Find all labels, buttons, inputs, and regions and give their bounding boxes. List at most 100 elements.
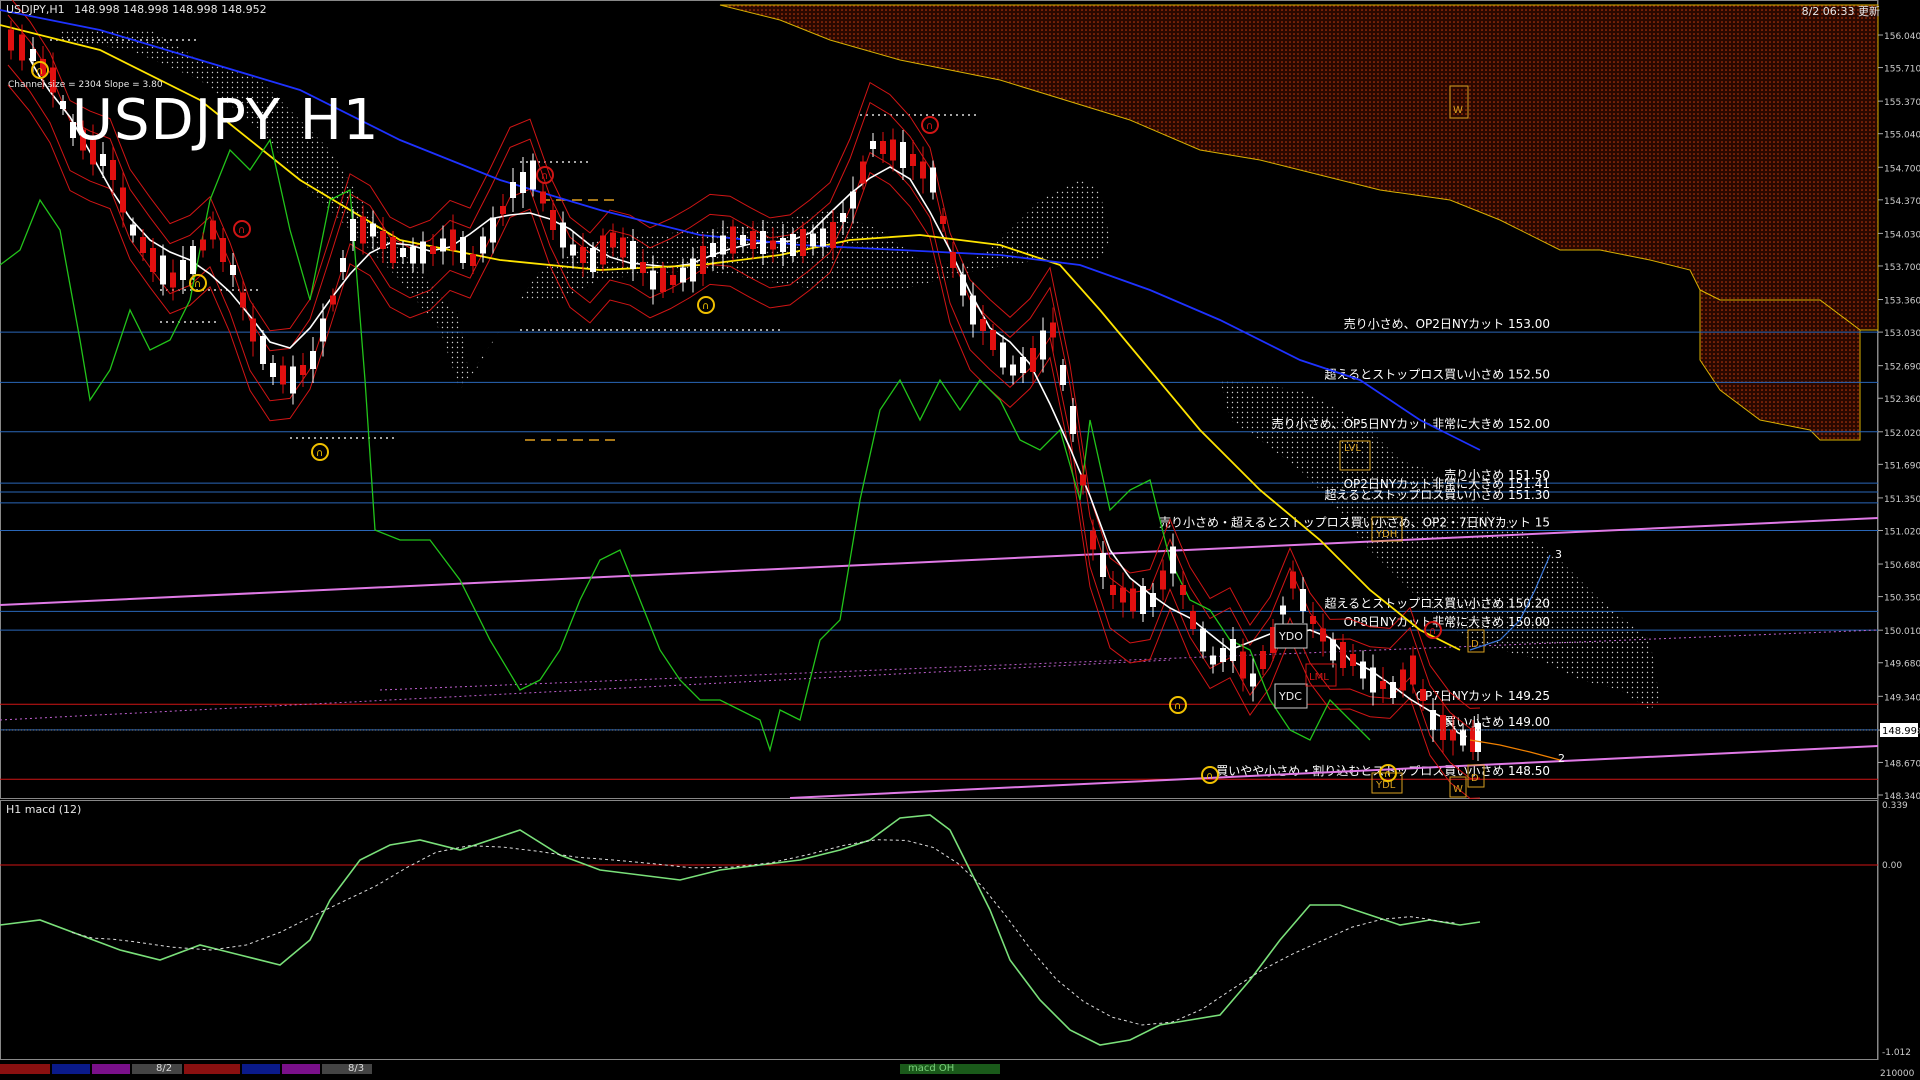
- axis-label: 153.360: [1884, 297, 1920, 307]
- candle-body: [160, 255, 166, 285]
- candle-body: [530, 160, 536, 190]
- candle-body: [800, 229, 806, 256]
- candle-body: [1170, 546, 1176, 574]
- candle-body: [640, 262, 646, 273]
- candle-body: [1200, 628, 1206, 652]
- candle-body: [350, 219, 356, 241]
- candle-body: [980, 319, 986, 331]
- candle-body: [1370, 667, 1376, 693]
- session-seg: [322, 1064, 372, 1074]
- axis-label: 151.020: [1884, 527, 1920, 537]
- candle-body: [540, 191, 546, 204]
- fractal-marker: ∩: [194, 279, 201, 290]
- candle-body: [690, 258, 696, 282]
- candle-body: [340, 258, 346, 272]
- session-seg: [242, 1064, 280, 1074]
- candle-body: [660, 268, 666, 292]
- chart-title: USDJPY H1: [72, 88, 380, 153]
- session-seg: [184, 1064, 240, 1074]
- candle-body: [470, 254, 476, 266]
- candle-body: [280, 365, 286, 385]
- axis-label: 150.010: [1884, 627, 1920, 637]
- macd-signal-line: [71, 839, 1455, 1026]
- candle-body: [1220, 648, 1226, 662]
- kumo-red-lower: [1699, 289, 1861, 441]
- axis-label: 155.710: [1884, 65, 1920, 75]
- candle-body: [1140, 586, 1146, 614]
- candle-body: [450, 229, 456, 251]
- candle-body: [180, 260, 186, 280]
- macd-axis: 0.339 0.00 -1.012: [1882, 801, 1911, 1058]
- candle-body: [1280, 605, 1286, 615]
- candle-body: [580, 247, 586, 263]
- candle-body: [370, 223, 376, 237]
- candle-body: [870, 141, 876, 149]
- candle-body: [600, 235, 606, 265]
- candle-body: [290, 366, 296, 394]
- trend-line-dotted-lower: [0, 659, 1171, 721]
- fractal-markers: ∩ ∩ ∩ ∩ ∩ ∩ ∩ ∩ ∩ ∩ ∩: [31, 61, 1442, 784]
- candle-body: [360, 216, 366, 244]
- axis-label: 151.350: [1884, 495, 1920, 505]
- level-label: 売り小さめ、OP2日NYカット 153.00: [1344, 316, 1550, 331]
- symbol-label: USDJPY,H1: [6, 3, 65, 16]
- level-lines: 売り小さめ、OP2日NYカット 153.00 超えるとストップロス買い小さめ 15…: [0, 316, 1878, 780]
- candle-body: [1410, 655, 1416, 685]
- fractal-marker: ∩: [926, 121, 933, 132]
- candle-body: [310, 351, 316, 369]
- marker-w-top: W: [1453, 105, 1463, 116]
- candle-body: [680, 267, 686, 283]
- axis-label: 154.700: [1884, 164, 1920, 174]
- projection-label-3: 3: [1555, 548, 1562, 561]
- candle-body: [590, 248, 596, 272]
- candle-body: [1050, 322, 1056, 338]
- candle-body: [380, 231, 386, 249]
- axis-label: 156.040: [1884, 32, 1920, 42]
- candle-body: [930, 167, 936, 193]
- bottom-date-right: 8/3: [348, 1063, 365, 1074]
- marker-ydl: YDL: [1375, 780, 1396, 791]
- fractal-marker: ∩: [702, 301, 709, 312]
- candle-body: [700, 246, 706, 274]
- candle-body: [820, 228, 826, 247]
- macd-tab-label[interactable]: macd OH: [908, 1063, 954, 1074]
- level-label: 超えるとストップロス買い小さめ 151.30: [1325, 487, 1550, 502]
- candle-body: [1010, 364, 1016, 376]
- candle-body: [500, 206, 506, 214]
- candle-body: [250, 318, 256, 342]
- candle-body: [420, 241, 426, 264]
- symbol-info: USDJPY,H1 148.998 148.998 148.998 148.95…: [6, 3, 273, 16]
- candle-body: [1150, 593, 1156, 607]
- candle-body: [1190, 611, 1196, 629]
- candle-body: [110, 160, 116, 180]
- candle-body: [1260, 651, 1266, 669]
- marker-ydc: YDC: [1278, 690, 1302, 703]
- session-seg: [52, 1064, 90, 1074]
- chart-canvas[interactable]: 売り小さめ、OP2日NYカット 153.00 超えるとストップロス買い小さめ 15…: [0, 0, 1920, 1080]
- candle-body: [170, 272, 176, 288]
- candle-body: [790, 234, 796, 256]
- fractal-marker: ∩: [1384, 769, 1391, 780]
- axis-label: 149.340: [1884, 693, 1920, 703]
- axis-label: 153.030: [1884, 329, 1920, 339]
- candle-body: [100, 154, 106, 166]
- axis-label: 149.680: [1884, 660, 1920, 670]
- candle-body: [1400, 669, 1406, 691]
- fractal-marker: ∩: [36, 66, 43, 77]
- candle-body: [1120, 587, 1126, 603]
- candle-body: [1130, 588, 1136, 612]
- candle-body: [830, 222, 836, 248]
- macd-axis-label: -1.012: [1882, 1048, 1911, 1058]
- candle-body: [1020, 357, 1026, 373]
- candle-body: [1290, 571, 1296, 589]
- candle-body: [1320, 628, 1326, 642]
- marker-lml: LML: [1309, 672, 1329, 683]
- fractal-marker: ∩: [1174, 701, 1181, 712]
- candle-body: [620, 237, 626, 258]
- marker-ydh: YDH: [1375, 529, 1397, 540]
- macd-axis-label: 0.339: [1882, 801, 1908, 811]
- candle-body: [1340, 642, 1346, 668]
- candle-body: [60, 101, 66, 109]
- candle-body: [960, 274, 966, 296]
- candle-body: [880, 141, 886, 154]
